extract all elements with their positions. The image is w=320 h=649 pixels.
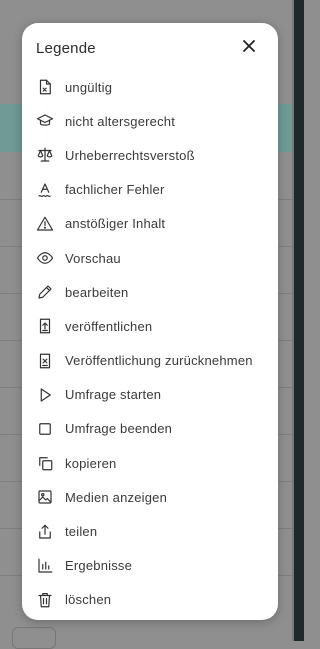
legend-item-label: anstößiger Inhalt <box>65 216 166 232</box>
pencil-icon <box>34 281 56 303</box>
legend-item: teilen <box>34 514 274 548</box>
legend-item: anstößiger Inhalt <box>34 207 274 241</box>
legend-dialog: Legende ungültig nicht altersgerecht Urh… <box>22 23 278 620</box>
bar-chart-icon <box>34 555 56 577</box>
legend-item: Umfrage beenden <box>34 412 274 446</box>
close-icon <box>243 40 255 52</box>
legend-list: ungültig nicht altersgerecht Urheberrech… <box>34 70 274 617</box>
legend-item: veröffentlichen <box>34 309 274 343</box>
legend-item: löschen <box>34 583 274 617</box>
image-icon <box>34 486 56 508</box>
legend-item: fachlicher Fehler <box>34 173 274 207</box>
legend-item: Umfrage starten <box>34 378 274 412</box>
legend-item: ungültig <box>34 70 274 104</box>
legend-item: Veröffentlichung zurücknehmen <box>34 344 274 378</box>
legend-item: Vorschau <box>34 241 274 275</box>
eye-icon <box>34 247 56 269</box>
background-side-panel <box>294 0 304 641</box>
background-button <box>12 627 56 649</box>
share-icon <box>34 521 56 543</box>
legend-item: Urheberrechtsverstoß <box>34 138 274 172</box>
legend-item: Medien anzeigen <box>34 480 274 514</box>
graduation-cap-icon <box>34 110 56 132</box>
legend-item-label: Ergebnisse <box>65 558 133 574</box>
legend-item: bearbeiten <box>34 275 274 309</box>
legend-item-label: löschen <box>65 592 112 608</box>
legend-item-label: teilen <box>65 524 98 540</box>
legend-item: Ergebnisse <box>34 549 274 583</box>
legend-item-label: fachlicher Fehler <box>65 182 165 198</box>
unpublish-icon <box>34 350 56 372</box>
dialog-title: Legende <box>36 40 96 57</box>
copy-icon <box>34 452 56 474</box>
legend-item: kopieren <box>34 446 274 480</box>
legend-item-label: Umfrage beenden <box>65 421 173 437</box>
legend-item-label: kopieren <box>65 455 117 471</box>
scale-icon <box>34 144 56 166</box>
legend-item-label: ungültig <box>65 79 113 95</box>
spell-check-icon <box>34 179 56 201</box>
legend-item-label: bearbeiten <box>65 284 129 300</box>
legend-item-label: Urheberrechtsverstoß <box>65 147 195 163</box>
warning-triangle-icon <box>34 213 56 235</box>
play-icon <box>34 384 56 406</box>
trash-icon <box>34 589 56 611</box>
legend-item-label: Vorschau <box>65 250 121 266</box>
legend-item-label: Umfrage starten <box>65 387 162 403</box>
stop-square-icon <box>34 418 56 440</box>
close-button[interactable] <box>238 35 260 57</box>
legend-item-label: veröffentlichen <box>65 318 153 334</box>
legend-item: nicht altersgerecht <box>34 104 274 138</box>
publish-icon <box>34 315 56 337</box>
file-x-icon <box>34 76 56 98</box>
legend-item-label: nicht altersgerecht <box>65 113 176 129</box>
legend-item-label: Medien anzeigen <box>65 489 168 505</box>
legend-item-label: Veröffentlichung zurücknehmen <box>65 353 253 369</box>
